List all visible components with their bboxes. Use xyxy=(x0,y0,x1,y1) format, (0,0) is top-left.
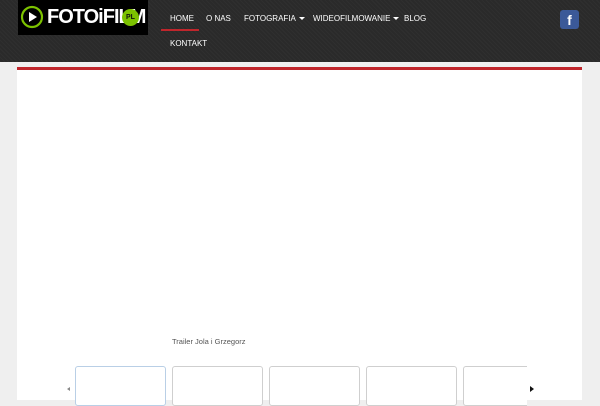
content-top-border xyxy=(17,67,582,70)
carousel-prev-icon[interactable] xyxy=(67,387,70,391)
main-content xyxy=(17,69,582,400)
facebook-icon[interactable]: f xyxy=(560,10,579,29)
video-thumbnail[interactable] xyxy=(75,366,166,406)
nav-item-blog[interactable]: BLOG xyxy=(404,14,426,23)
video-caption: Trailer Jola i Grzegorz xyxy=(172,337,246,346)
nav-item-fotografia[interactable]: FOTOGRAFIA xyxy=(244,14,305,23)
caret-down-icon xyxy=(393,17,400,21)
nav-item-home[interactable]: HOME xyxy=(170,14,194,23)
video-thumbnail[interactable] xyxy=(366,366,457,406)
play-icon xyxy=(20,5,44,29)
nav-item-o-nas[interactable]: O NAS xyxy=(206,14,231,23)
video-thumbnail[interactable] xyxy=(269,366,360,406)
site-header: FOTOiFILM PL HOME O NAS FOTOGRAFIA WIDEO… xyxy=(0,0,600,62)
nav-item-fotografia-label: FOTOGRAFIA xyxy=(244,14,296,23)
video-thumbnail[interactable] xyxy=(463,366,527,406)
nav-item-kontakt[interactable]: KONTAKT xyxy=(170,39,207,48)
caret-down-icon xyxy=(298,17,305,21)
site-logo[interactable]: FOTOiFILM PL xyxy=(18,0,148,35)
nav-item-wideofilmowanie[interactable]: WIDEOFILMOWANIE xyxy=(313,14,400,23)
nav-item-wideofilmowanie-label: WIDEOFILMOWANIE xyxy=(313,14,391,23)
video-thumbnail[interactable] xyxy=(172,366,263,406)
nav-active-indicator xyxy=(161,29,199,31)
logo-badge: PL xyxy=(122,9,139,26)
carousel-next-icon[interactable] xyxy=(530,386,534,392)
